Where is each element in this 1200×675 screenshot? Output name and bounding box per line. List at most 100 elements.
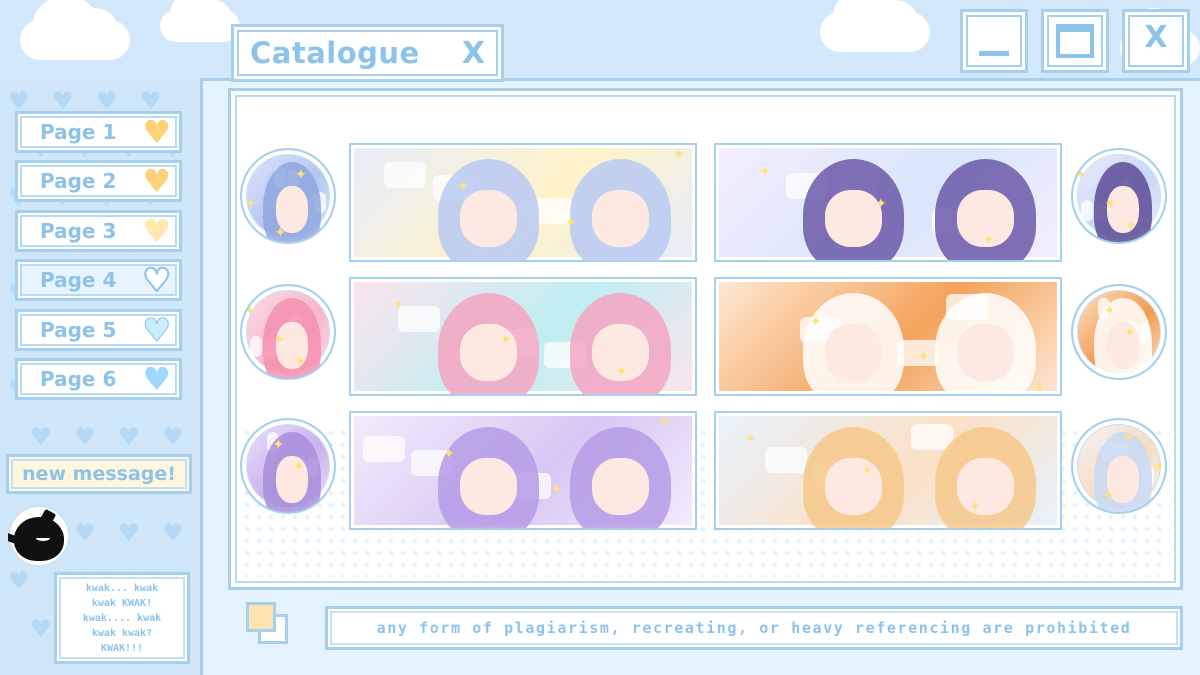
close-button[interactable]: X: [1122, 9, 1190, 73]
sparkle-icon: ✦: [274, 224, 287, 241]
page-6-button[interactable]: Page 6 ♥: [15, 358, 182, 400]
sparkle-icon: ✦: [1103, 302, 1116, 319]
right-circle-artwork[interactable]: ✦ ✦ ✦: [1071, 418, 1167, 514]
heart-icon: ♥: [142, 360, 171, 398]
footer-notice: any form of plagiarism, recreating, or h…: [325, 606, 1183, 650]
page-4-button[interactable]: Page 4 ♥: [15, 259, 182, 301]
heart-pattern-icon: ♥: [30, 615, 52, 643]
sparkle-icon: ✦: [758, 164, 771, 181]
heart-icon: ♥: [142, 212, 171, 250]
sticker-decoration: [764, 447, 807, 473]
sparkle-icon: ✦: [564, 214, 577, 231]
new-message-label: new message!: [22, 463, 176, 485]
page-2-button[interactable]: Page 2 ♥: [15, 160, 182, 202]
maximize-icon: [1056, 24, 1094, 58]
sparkle-icon: ✦: [658, 414, 671, 431]
sparkle-icon: ✦: [499, 332, 512, 349]
sticker-decoration: [362, 436, 405, 462]
heart-pattern-icon: ♥: [74, 519, 96, 547]
sparkle-icon: ✦: [242, 487, 255, 504]
cloud-decoration: [20, 0, 130, 60]
character-face: [957, 324, 1015, 382]
page-label: Page 4: [40, 268, 117, 292]
character-face: [825, 190, 882, 248]
heart-pattern-icon: ♥: [140, 87, 162, 115]
character-face: [592, 458, 650, 516]
sparkle-icon: ✦: [1073, 353, 1086, 370]
page-label: Page 1: [40, 120, 117, 144]
left-banner-artwork[interactable]: ✦ ✦ ✦: [349, 143, 697, 262]
bird-beak: [8, 533, 18, 545]
heart-icon: ♥: [142, 113, 171, 151]
sparkle-icon: ✦: [243, 302, 256, 319]
heart-pattern-icon: ♥: [162, 519, 184, 547]
cloud-decoration: [820, 0, 930, 52]
sparkle-icon: ✦: [293, 459, 305, 475]
sparkle-icon: ✦: [917, 349, 930, 366]
left-banner-artwork[interactable]: ✦ ✦ ✦: [349, 277, 697, 396]
left-circle-artwork[interactable]: ✦ ✦ ✦: [240, 284, 336, 380]
sparkle-icon: ✦: [1125, 218, 1137, 234]
heart-pattern-icon: ♥: [118, 423, 140, 451]
right-banner-artwork[interactable]: ✦ ✦ ✦: [714, 277, 1062, 396]
speech-bubble: kwak... kwak kwak KWAK! kwak.... kwak kw…: [54, 572, 190, 664]
tab-close-button[interactable]: X: [462, 36, 485, 71]
sparkle-icon: ✦: [672, 147, 685, 164]
new-message-button[interactable]: new message!: [6, 454, 192, 494]
close-icon: X: [1144, 20, 1168, 55]
heart-icon: ♥: [142, 311, 172, 349]
heart-pattern-icon: ♥: [52, 87, 74, 115]
sparkle-icon: ✦: [875, 196, 887, 212]
sparkle-icon: ✦: [457, 179, 469, 195]
minimize-button[interactable]: [960, 9, 1028, 73]
catalogue-tab: Catalogue X: [231, 24, 504, 82]
notice-text: any form of plagiarism, recreating, or h…: [376, 619, 1132, 637]
right-circle-artwork[interactable]: ✦ ✦ ✦: [1071, 148, 1167, 244]
heart-pattern-icon: ♥: [162, 423, 184, 451]
page-3-button[interactable]: Page 3 ♥: [15, 210, 182, 252]
heart-pattern-icon: ♥: [96, 87, 118, 115]
sticker-decoration: [250, 336, 263, 357]
square-decoration: [246, 602, 276, 632]
right-circle-artwork[interactable]: ✦ ✦ ✦: [1071, 284, 1167, 380]
sparkle-icon: ✦: [550, 481, 563, 498]
right-banner-artwork[interactable]: ✦ ✦ ✦: [714, 143, 1062, 262]
bird-tuft: [39, 508, 57, 526]
sparkle-icon: ✦: [809, 313, 822, 330]
sparkle-icon: ✦: [1102, 487, 1115, 504]
character-face: [825, 324, 882, 382]
heart-pattern-icon: ♥: [118, 519, 140, 547]
page-5-button[interactable]: Page 5 ♥: [15, 309, 182, 351]
window-title: Catalogue: [250, 36, 420, 70]
sticker-decoration: [1081, 200, 1094, 221]
heart-outline-icon: ♥: [141, 261, 172, 299]
left-circle-artwork[interactable]: ✦ ✦ ✦: [240, 148, 336, 244]
page-1-button[interactable]: Page 1 ♥: [15, 111, 182, 153]
sparkle-icon: ✦: [272, 436, 285, 453]
bird-avatar[interactable]: [8, 505, 70, 567]
sparkle-icon: ✦: [1123, 430, 1135, 446]
maximize-button[interactable]: [1041, 9, 1109, 73]
left-banner-artwork[interactable]: ✦ ✦ ✦: [349, 411, 697, 530]
speech-text: kwak... kwak kwak KWAK! kwak.... kwak kw…: [82, 582, 162, 654]
sparkle-icon: ✦: [861, 463, 873, 479]
sticker-decoration: [397, 305, 440, 332]
sparkle-icon: ✦: [744, 431, 757, 448]
left-circle-artwork[interactable]: ✦ ✦ ✦: [240, 418, 336, 514]
character-face: [592, 190, 650, 248]
character-face: [460, 458, 517, 516]
sparkle-icon: ✦: [294, 354, 306, 370]
cloud-decoration: [160, 0, 240, 42]
bird-eye: [36, 535, 50, 541]
page-label: Page 6: [40, 367, 117, 391]
sparkle-icon: ✦: [1074, 166, 1087, 183]
heart-pattern-icon: ♥: [30, 423, 52, 451]
sparkle-icon: ✦: [273, 331, 286, 348]
bird-icon: [8, 508, 64, 561]
character-face: [957, 458, 1015, 516]
right-banner-artwork[interactable]: ✦ ✦ ✦: [714, 411, 1062, 530]
sparkle-icon: ✦: [391, 296, 404, 313]
sparkle-icon: ✦: [616, 364, 628, 380]
sparkle-icon: ✦: [968, 498, 981, 515]
heart-pattern-icon: ♥: [8, 87, 30, 115]
